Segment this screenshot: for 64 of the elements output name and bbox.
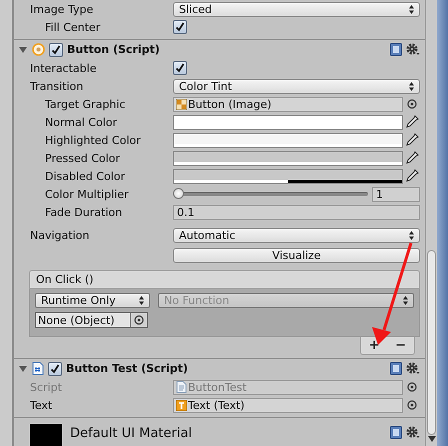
gear-icon[interactable]: [406, 43, 420, 56]
field-label: Interactable: [30, 62, 98, 74]
eyedropper-icon[interactable]: [404, 169, 418, 183]
visualize-button[interactable]: Visualize: [173, 248, 420, 262]
text-icon: [176, 400, 187, 410]
script-file-icon: [32, 362, 44, 375]
material-name: Default UI Material: [70, 426, 193, 441]
dropdown[interactable]: Runtime Only: [35, 293, 150, 308]
color-field[interactable]: [173, 168, 403, 184]
dropdown-arrows-icon: [409, 4, 414, 14]
dropdown[interactable]: Sliced: [173, 2, 420, 16]
dropdown[interactable]: Color Tint: [173, 78, 420, 94]
scrollbar[interactable]: [426, 0, 437, 446]
field-label: Color Multiplier: [44, 188, 130, 200]
field-label: Target Graphic: [44, 98, 126, 110]
dropdown-arrows-icon: [409, 82, 414, 90]
field-label: Disabled Color: [44, 170, 126, 182]
object-field[interactable]: Button (Image): [173, 96, 403, 112]
field-label: Script: [30, 380, 63, 394]
field-label: Highlighted Color: [44, 134, 142, 146]
help-book-icon[interactable]: [390, 43, 402, 56]
field-label: Transition: [30, 80, 84, 92]
ring-icon: [32, 43, 45, 56]
number-field[interactable]: 0.1: [173, 204, 420, 220]
checkbox[interactable]: [49, 42, 63, 56]
object-picker-icon[interactable]: [134, 315, 144, 325]
add-button[interactable]: +: [361, 337, 388, 354]
field-label: Pressed Color: [44, 152, 121, 164]
checkbox[interactable]: [48, 362, 62, 376]
eyedropper-icon[interactable]: [404, 115, 418, 129]
remove-button[interactable]: −: [388, 337, 414, 354]
help-book-icon[interactable]: [390, 362, 402, 375]
field-label: Navigation: [30, 228, 90, 242]
color-field[interactable]: [173, 114, 403, 130]
component-title: Button (Script): [67, 43, 161, 56]
gear-icon[interactable]: [406, 362, 420, 375]
object-field[interactable]: Text (Text): [173, 398, 403, 412]
help-book-icon[interactable]: [390, 426, 402, 439]
field-label: Image Type: [30, 2, 94, 16]
dropdown-arrows-icon: [409, 230, 414, 240]
field-label: Fade Duration: [44, 206, 124, 218]
script-file-icon: [176, 381, 187, 393]
component-title: Button Test (Script): [66, 362, 189, 375]
object-picker-icon[interactable]: [406, 99, 416, 109]
object-field[interactable]: None (Object): [35, 312, 148, 328]
field-label: Text: [30, 398, 54, 412]
gear-icon[interactable]: [406, 426, 420, 439]
collapse-triangle-icon[interactable]: [18, 44, 28, 54]
eyedropper-icon[interactable]: [404, 133, 418, 147]
eyedropper-icon[interactable]: [404, 151, 418, 165]
dropdown-arrows-icon: [403, 296, 408, 305]
checkbox[interactable]: [173, 61, 187, 75]
checker-icon: [176, 98, 187, 110]
event-title: On Click (): [36, 273, 94, 286]
field-label: Normal Color: [44, 116, 118, 128]
slider-thumb[interactable]: [173, 188, 184, 199]
dropdown-arrows-icon: [139, 296, 144, 305]
field-label: Fill Center: [44, 20, 102, 34]
checkbox[interactable]: [173, 20, 187, 34]
collapse-triangle-icon[interactable]: [18, 364, 28, 374]
color-field[interactable]: [173, 132, 403, 148]
color-field[interactable]: [173, 150, 403, 166]
number-field[interactable]: 1: [372, 186, 420, 202]
dropdown[interactable]: Automatic: [173, 228, 420, 242]
